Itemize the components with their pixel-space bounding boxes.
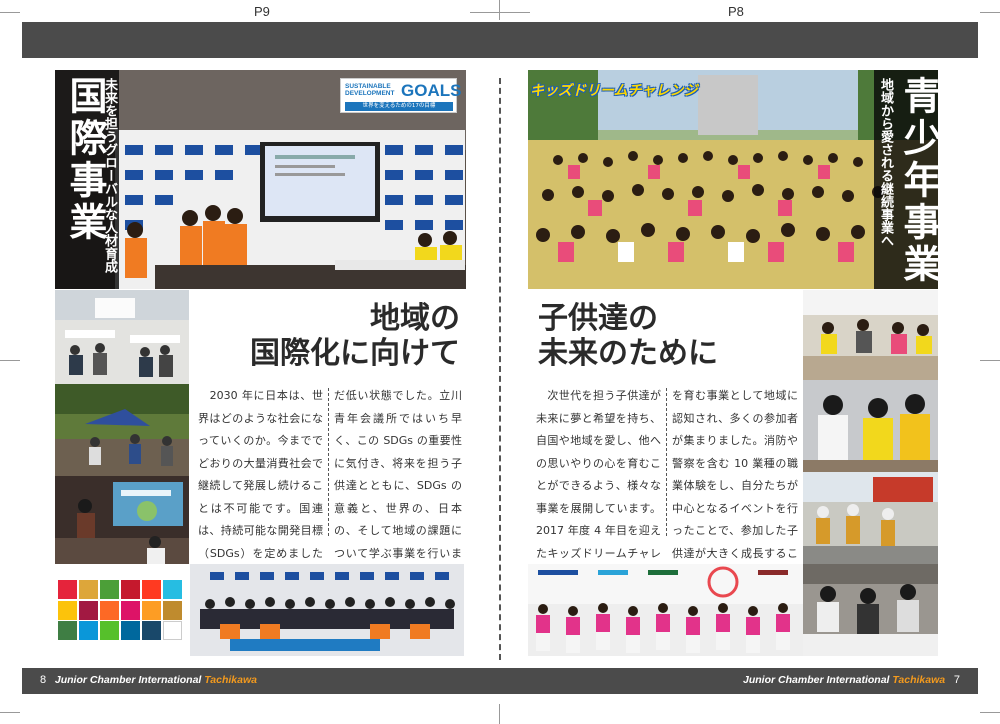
crop-mark (0, 12, 20, 13)
sdg-goal-tile (99, 580, 120, 599)
crop-mark (980, 360, 1000, 361)
crop-mark (980, 12, 1000, 13)
sdg-goal-tile (99, 621, 120, 640)
right-heading-line2: 未来のために (538, 335, 718, 371)
sdg-goal-tile (99, 600, 120, 620)
footer-right: Junior Chamber International Tachikawa 7 (743, 674, 960, 686)
sdg-goal-tile (58, 621, 78, 640)
page-label-left: P9 (254, 4, 270, 19)
sdg-goal-tile (78, 580, 99, 599)
sdg-goal-tile (58, 580, 78, 599)
crop-mark (499, 0, 500, 20)
left-heading-line2: 国際化に向けて (250, 335, 460, 371)
sdg-badge-goals: GOALS (401, 81, 462, 100)
kids-cooking-photo (803, 290, 938, 380)
sdg-badge-tagline: 世界を変えるための17の目標 (345, 102, 453, 111)
group-photo-left (190, 564, 464, 656)
sdg-goal-tile (141, 621, 162, 640)
kids-dance-photo (528, 564, 803, 656)
sdg-goal-tile (78, 621, 99, 640)
left-heading-line1: 地域の (370, 301, 460, 336)
workshop-photo-1 (55, 290, 189, 384)
kids-crafting-photo (803, 564, 938, 656)
kids-dream-challenge-logo: キッズドリームチャレンジ (530, 83, 698, 99)
header-bar (22, 22, 978, 58)
sdg-goal-tile (120, 600, 141, 620)
sdg-goals-grid (58, 580, 182, 640)
left-page-subtitle: 未来を担うグローバルな人材育成 (102, 78, 117, 273)
sdg-goal-tile (162, 600, 182, 620)
sdg-goal-tile (120, 580, 141, 599)
sdg-goal-tile (78, 600, 99, 620)
footer-left: 8 Junior Chamber International Tachikawa (40, 674, 257, 686)
sdg-badge-line2: DEVELOPMENT (345, 90, 395, 98)
left-body-col2: だ低い状態でした。立川青年会議所ではいち早く、この SDGs の重要性に気付き、… (334, 389, 462, 582)
sdg-badge-line1: SUSTAINABLE (345, 83, 391, 90)
right-heading: 子供達の 未来のために (538, 301, 798, 371)
sdg-goal-tile (162, 621, 182, 640)
firefighter-photo (803, 472, 938, 564)
crop-mark (0, 360, 20, 361)
crop-mark (0, 712, 20, 713)
right-column-divider (666, 388, 667, 536)
center-divider (499, 78, 501, 660)
right-page-title: 青少年事業 (897, 76, 941, 286)
footer-city-right: Tachikawa (892, 674, 946, 686)
sdg-goal-tile (58, 600, 78, 620)
crop-mark (499, 704, 500, 724)
outdoor-photo (55, 384, 189, 476)
sdg-goal-tile (120, 621, 141, 640)
sdg-goal-tile (141, 580, 162, 599)
right-heading-line1: 子供達の (538, 301, 658, 336)
kids-apron-photo (803, 380, 938, 472)
page-number-right: 7 (953, 674, 960, 686)
right-body-col2: を育む事業として地域に認知され、多くの参加者が集まりました。消防や警察を含む 1… (672, 389, 798, 582)
footer-org-right: Junior Chamber International (743, 674, 893, 686)
presentation-photo (55, 476, 189, 564)
page-number-left: 8 (40, 674, 47, 686)
crop-mark (470, 12, 530, 13)
right-page-subtitle: 地域から愛される継続事業へ (878, 78, 893, 247)
left-column-divider (328, 388, 329, 536)
footer-org-left: Junior Chamber International (54, 674, 205, 686)
crop-mark (980, 712, 1000, 713)
footer-city-left: Tachikawa (204, 674, 257, 686)
left-body-col1: 2030 年に日本は、世界はどのような社会になっていくのか。今まででどおりの大量… (198, 389, 323, 582)
sdg-goal-tile (141, 600, 162, 620)
sdg-goal-tile (162, 580, 182, 599)
sdg-logo-badge: SUSTAINABLE DEVELOPMENT GOALS 世界を変えるための17… (340, 78, 461, 113)
page-label-right: P8 (728, 4, 744, 19)
left-heading: 地域の 国際化に向けて (200, 301, 460, 371)
